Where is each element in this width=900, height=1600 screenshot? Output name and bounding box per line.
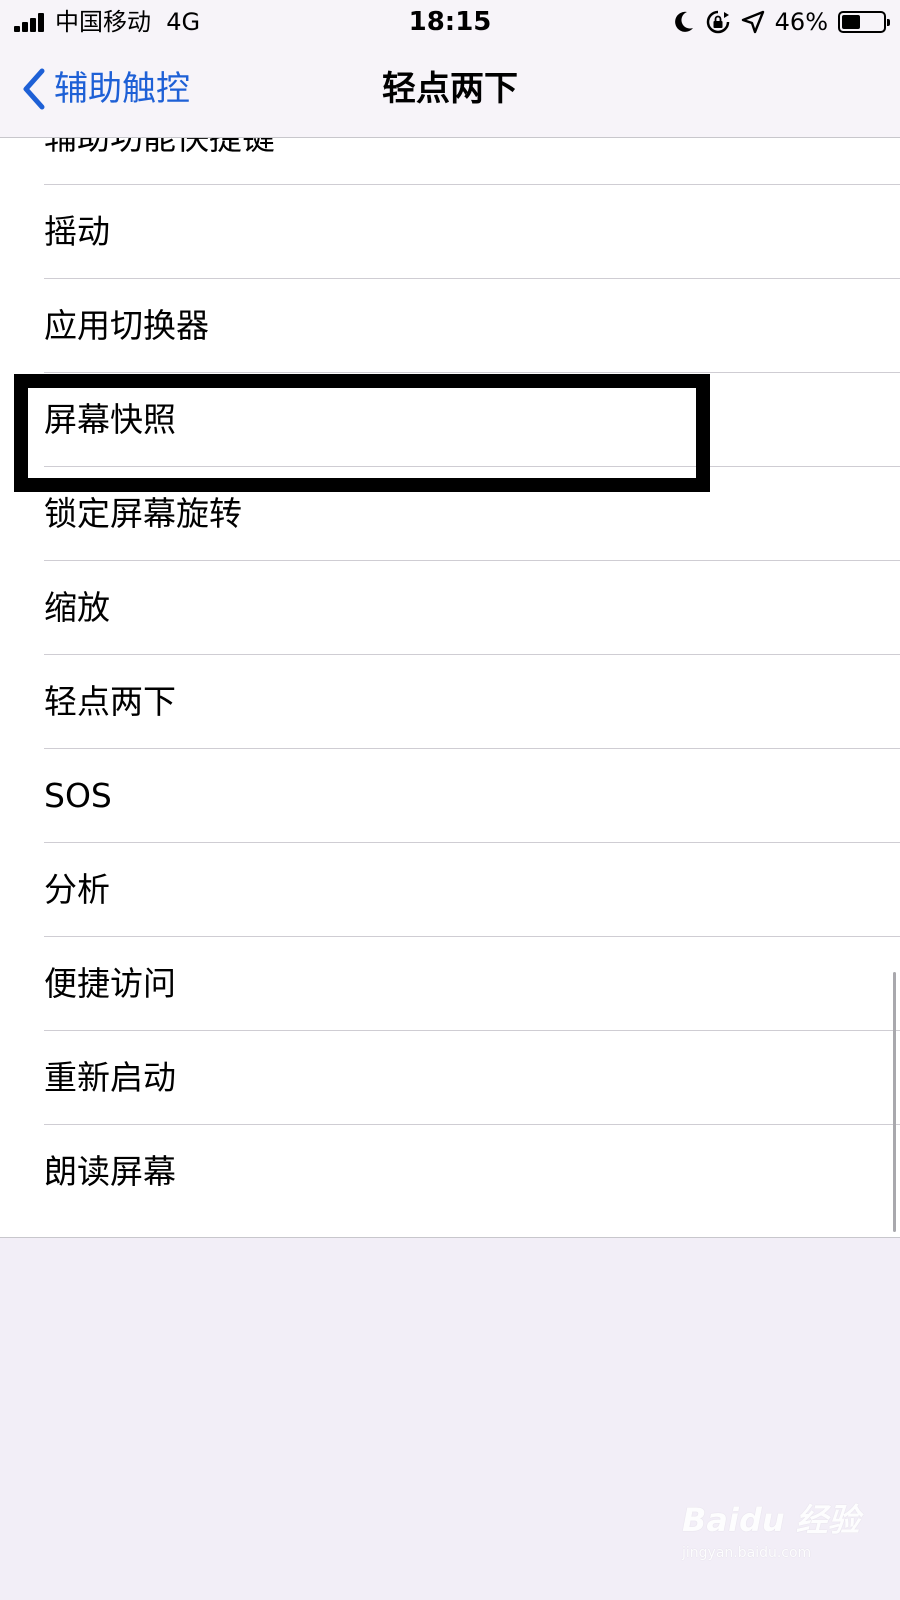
- list-item-reachability[interactable]: 便捷访问: [0, 936, 900, 1031]
- list-item-label: 辅助功能快捷键: [44, 138, 275, 185]
- watermark-brand: Baidu 经验: [682, 1501, 860, 1539]
- list-item-shake[interactable]: 摇动: [0, 184, 900, 279]
- list-item-label: 缩放: [44, 588, 110, 627]
- page-title: 轻点两下: [382, 69, 518, 109]
- list-item-label: 朗读屏幕: [44, 1152, 176, 1191]
- battery-icon: [838, 11, 890, 33]
- status-bar: 中国移动 4G 18:15 46%: [0, 0, 900, 44]
- list-item-sos[interactable]: SOS: [0, 748, 900, 843]
- list-item-label: 便捷访问: [44, 964, 176, 1003]
- location-icon: [741, 10, 764, 34]
- highlight-box: [14, 374, 710, 492]
- battery-fill: [842, 15, 860, 29]
- rotation-lock-icon: [706, 10, 729, 34]
- list-item-label: 摇动: [44, 212, 110, 251]
- list-item-analytics[interactable]: 分析: [0, 842, 900, 937]
- watermark-url: jingyan.baidu.com: [682, 1545, 812, 1561]
- list-item-speak-screen[interactable]: 朗读屏幕: [0, 1124, 900, 1219]
- list-item-accessibility-shortcut[interactable]: 辅助功能快捷键: [0, 138, 900, 185]
- list-item-label: SOS: [44, 776, 112, 815]
- list-item-double-tap[interactable]: 轻点两下: [0, 654, 900, 749]
- battery-percent: 46%: [774, 8, 828, 36]
- list-item-label: 应用切换器: [44, 306, 209, 345]
- list-item-zoom[interactable]: 缩放: [0, 560, 900, 655]
- list-item-label: 分析: [44, 870, 110, 909]
- scroll-indicator[interactable]: [893, 972, 896, 1232]
- battery-nub: [887, 19, 890, 26]
- list-item-label: 重新启动: [44, 1058, 176, 1097]
- navigation-bar: 辅助触控 轻点两下: [0, 44, 900, 138]
- watermark: Baidu 经验 jingyan.baidu.com: [682, 1500, 860, 1580]
- list-item-restart[interactable]: 重新启动: [0, 1030, 900, 1125]
- moon-icon: [674, 11, 693, 32]
- settings-list: 辅助功能快捷键 摇动 应用切换器 屏幕快照 锁定屏幕旋转 缩放 轻点两下 SOS…: [0, 138, 900, 1238]
- list-item-app-switcher[interactable]: 应用切换器: [0, 278, 900, 373]
- list-item-label: 轻点两下: [44, 682, 176, 721]
- status-icons: 46%: [673, 6, 890, 38]
